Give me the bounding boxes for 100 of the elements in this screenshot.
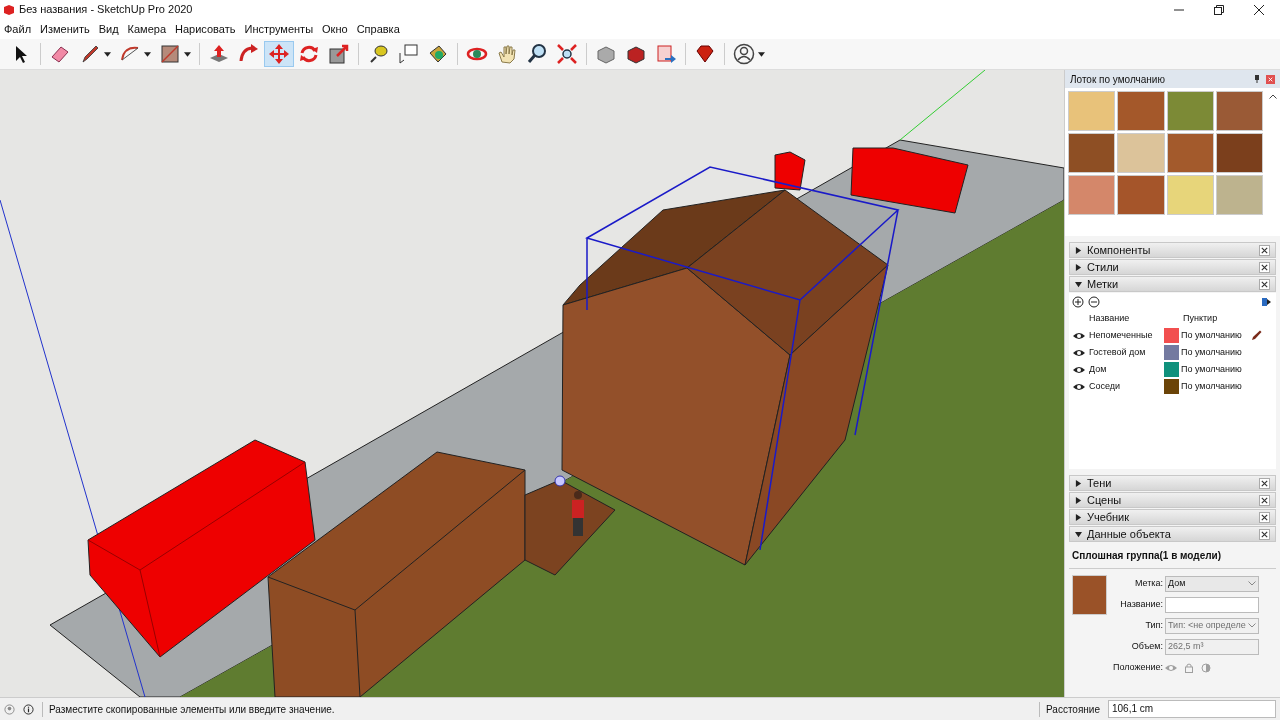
tray-section-header[interactable]: Компоненты — [1069, 242, 1276, 258]
dropdown-caret-icon — [184, 51, 191, 57]
field-label: Тип: — [1144, 618, 1164, 632]
tray-section-header[interactable]: Сцены — [1069, 492, 1276, 508]
eye-icon[interactable] — [1073, 331, 1085, 340]
eye-icon[interactable] — [1073, 348, 1085, 357]
move-arrows-icon — [268, 43, 290, 65]
zoom-extents-icon — [556, 43, 578, 65]
expanded-triangle-icon — [1075, 530, 1082, 538]
push-pull-icon — [208, 43, 230, 65]
text-field[interactable] — [1165, 596, 1259, 613]
tag-color-swatch[interactable] — [1164, 379, 1179, 394]
dash-style[interactable]: По умолчанию — [1181, 328, 1251, 343]
close-icon[interactable] — [1259, 528, 1270, 540]
menu-item[interactable]: Вид — [98, 20, 119, 38]
menu-item[interactable]: Изменить — [40, 20, 90, 38]
material-swatch[interactable] — [1117, 91, 1165, 131]
maximize-icon[interactable] — [1214, 4, 1224, 15]
dropdown-field[interactable]: Дом — [1165, 575, 1259, 592]
document-arrow-icon — [655, 43, 677, 65]
snap-point-marker — [554, 475, 566, 487]
section-title: Учебник — [1087, 511, 1131, 523]
chimney-block — [774, 151, 806, 191]
remove-circle-icon[interactable] — [1088, 296, 1100, 308]
material-swatch[interactable] — [1068, 133, 1116, 173]
material-swatch[interactable] — [1215, 133, 1263, 173]
tray-section-header[interactable]: Стили — [1069, 259, 1276, 275]
material-swatch[interactable] — [1215, 91, 1263, 131]
menu-item[interactable]: Справка — [356, 20, 400, 38]
close-icon[interactable] — [1259, 511, 1270, 523]
tag-color-swatch[interactable] — [1164, 328, 1179, 343]
dash-style[interactable]: По умолчанию — [1181, 379, 1251, 394]
user-circle-icon — [733, 43, 755, 65]
close-icon[interactable] — [1259, 494, 1270, 506]
person-figure — [572, 491, 584, 536]
dropdown-caret-icon — [104, 51, 111, 57]
text-label-icon — [397, 43, 419, 65]
tray-section-header[interactable]: Метки — [1069, 276, 1276, 292]
field-label: Название: — [1119, 597, 1164, 611]
measurement-label: Расстояние — [1039, 701, 1100, 717]
add-circle-icon[interactable] — [1072, 296, 1084, 308]
scroll-up-icon[interactable] — [1269, 94, 1277, 99]
app-logo-icon — [3, 3, 15, 16]
menu-item[interactable]: Нарисовать — [175, 20, 236, 38]
measurement-field[interactable]: 106,1 cm — [1108, 700, 1276, 718]
tray-section-header[interactable]: Данные объекта — [1069, 526, 1276, 542]
menu-item[interactable]: Файл — [4, 20, 32, 38]
material-swatch[interactable] — [1215, 175, 1263, 215]
rotate-icon — [298, 43, 320, 65]
material-swatch[interactable] — [1117, 133, 1165, 173]
section-title: Тени — [1087, 477, 1113, 489]
collapsed-triangle-icon — [1075, 496, 1082, 504]
close-icon[interactable] — [1259, 278, 1270, 290]
menu-item[interactable]: Окно — [322, 20, 348, 38]
tag-color-swatch[interactable] — [1164, 362, 1179, 377]
tag-name[interactable]: Гостевой дом — [1089, 345, 1164, 360]
column-header[interactable]: Название — [1089, 312, 1179, 326]
material-swatch[interactable] — [1166, 175, 1214, 215]
material-swatch[interactable] — [1117, 175, 1165, 215]
material-swatch[interactable] — [1068, 91, 1116, 131]
material-swatch[interactable] — [1166, 133, 1214, 173]
close-icon[interactable] — [1259, 261, 1270, 273]
collapsed-triangle-icon — [1075, 479, 1082, 487]
section-title: Стили — [1087, 261, 1120, 273]
tag-name[interactable]: Дом — [1089, 362, 1164, 377]
tray-section-header[interactable]: Тени — [1069, 475, 1276, 491]
close-icon[interactable] — [1259, 477, 1270, 489]
field-label: Положение: — [1111, 660, 1164, 674]
collapsed-triangle-icon — [1075, 513, 1082, 521]
menu-item[interactable]: Камера — [127, 20, 167, 38]
pin-icon[interactable] — [1254, 75, 1260, 83]
location-pin-icon[interactable] — [4, 703, 15, 715]
gem-icon — [694, 43, 716, 65]
paint-bucket-icon — [427, 43, 449, 65]
section-title: Компоненты — [1087, 244, 1152, 256]
section-title: Данные объекта — [1087, 528, 1172, 540]
magnifier-icon — [526, 43, 548, 65]
pencil-icon — [79, 43, 101, 65]
material-swatch[interactable] — [1068, 175, 1116, 215]
tag-name[interactable]: Непомеченные — [1089, 328, 1164, 343]
details-arrow-icon[interactable] — [1262, 297, 1271, 307]
close-icon[interactable] — [1254, 4, 1264, 15]
eye-icon[interactable] — [1073, 365, 1085, 374]
dropdown-caret-icon — [144, 51, 151, 57]
info-icon[interactable] — [23, 703, 34, 715]
tray-section-header[interactable]: Учебник — [1069, 509, 1276, 525]
tag-color-swatch[interactable] — [1164, 345, 1179, 360]
dash-style[interactable]: По умолчанию — [1181, 362, 1251, 377]
window-title: Без названия - SketchUp Pro 2020 — [19, 2, 194, 18]
entity-heading: Сплошная группа(1 в модели) — [1069, 543, 1276, 569]
column-header[interactable]: Пунктир — [1183, 312, 1218, 326]
collapsed-triangle-icon — [1075, 263, 1082, 271]
tag-name[interactable]: Соседи — [1089, 379, 1164, 394]
dash-style[interactable]: По умолчанию — [1181, 345, 1251, 360]
menu-item[interactable]: Инструменты — [244, 20, 314, 38]
field-label: Объем: — [1130, 639, 1164, 653]
close-icon[interactable] — [1259, 244, 1270, 256]
eye-icon[interactable] — [1073, 382, 1085, 391]
material-swatch[interactable] — [1166, 91, 1214, 131]
chevron-down-icon — [1248, 623, 1256, 628]
